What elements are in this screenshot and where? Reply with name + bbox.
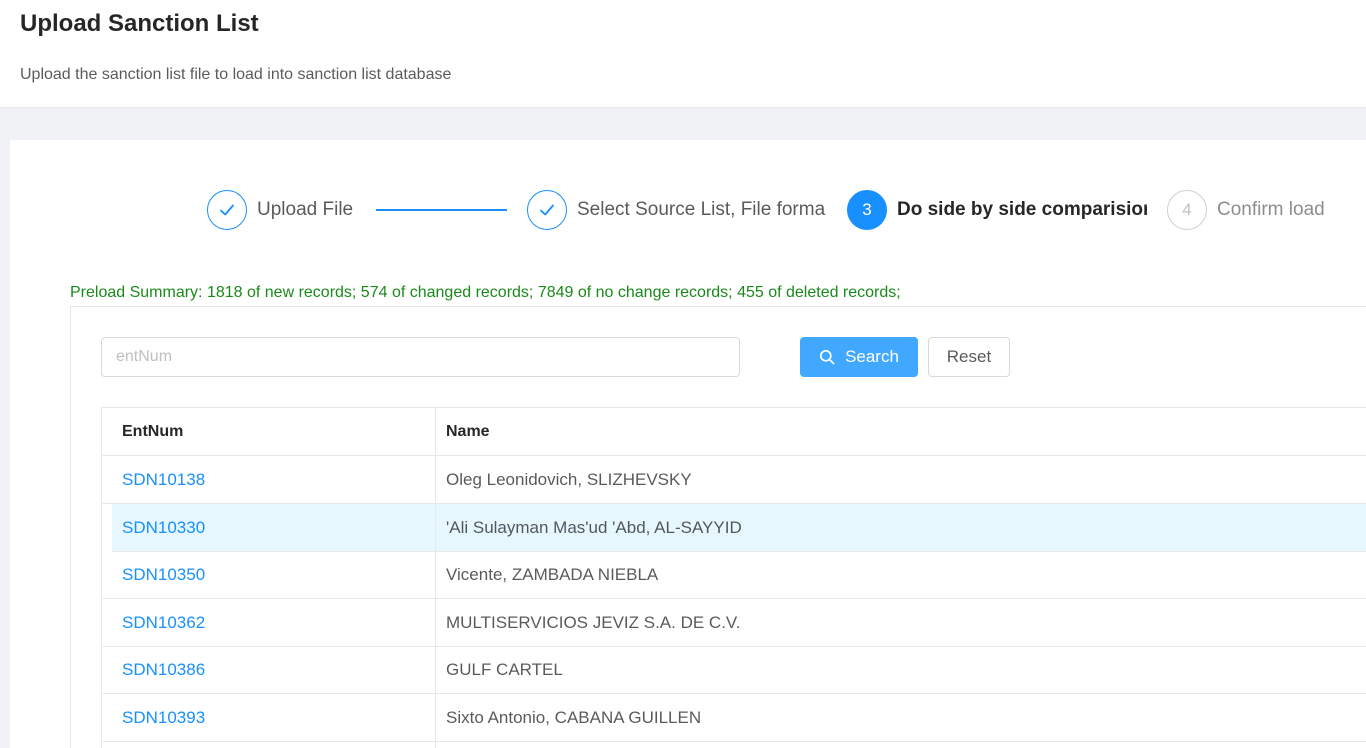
column-header-name[interactable]: Name [436,408,490,456]
step-compare[interactable]: 3 Do side by side comparisior [847,190,1149,230]
column-divider [435,408,436,748]
reset-button[interactable]: Reset [928,337,1010,377]
entnum-link[interactable]: SDN10350 [122,551,205,598]
page-header: Upload Sanction List Upload the sanction… [0,0,1366,108]
table-row[interactable]: SDN10362 MULTISERVICIOS JEVIZ S.A. DE C.… [102,599,1366,647]
entnum-search-input[interactable] [101,337,740,377]
search-button[interactable]: Search [800,337,918,377]
name-cell: Oleg Leonidovich, SLIZHEVSKY [446,470,692,489]
table-row[interactable]: SDN10330 'Ali Sulayman Mas'ud 'Abd, AL-S… [112,504,1366,552]
content-card: Upload File Select Source List, File for… [10,140,1366,748]
check-icon [527,190,567,230]
name-cell: Vicente, ZAMBADA NIEBLA [446,565,659,584]
step-label: Select Source List, File forma [577,199,826,220]
search-button-label: Search [845,347,899,366]
entnum-link[interactable]: SDN10138 [122,456,205,503]
step-number: 3 [847,190,887,230]
search-icon [820,349,835,365]
step-label: Upload File [257,199,354,220]
table-row[interactable]: SDN10138 Oleg Leonidovich, SLIZHEVSKY [102,456,1366,504]
name-cell: Sixto Antonio, CABANA GUILLEN [446,708,702,727]
entnum-link[interactable]: SDN10386 [122,646,205,693]
entnum-link[interactable]: SDN10362 [122,599,205,646]
name-cell: GULF CARTEL [446,660,563,679]
table-header: EntNum Name [102,408,1366,456]
table-row[interactable]: SDN10350 Vicente, ZAMBADA NIEBLA [102,551,1366,599]
step-number: 4 [1167,190,1207,230]
step-label: Confirm load [1217,199,1325,220]
entnum-link[interactable]: SDN10393 [122,694,205,741]
step-label: Do side by side comparisior [897,199,1147,220]
check-icon [207,190,247,230]
page-title: Upload Sanction List [20,10,259,37]
step-select-source[interactable]: Select Source List, File forma [527,190,829,230]
name-cell: MULTISERVICIOS JEVIZ S.A. DE C.V. [446,613,741,632]
step-upload-file[interactable]: Upload File [207,190,367,230]
table-row[interactable]: SDN10393 Sixto Antonio, CABANA GUILLEN [102,694,1366,742]
step-connector [376,209,507,211]
table-row[interactable]: SDN10386 GULF CARTEL [102,646,1366,694]
comparison-panel: Search Reset EntNum Name SDN10138 Oleg L… [70,306,1366,748]
preload-summary: Preload Summary: 1818 of new records; 57… [70,284,901,301]
records-table: EntNum Name SDN10138 Oleg Leonidovich, S… [101,407,1366,748]
step-confirm-load[interactable]: 4 Confirm load [1167,190,1337,230]
entnum-link[interactable]: SDN10330 [122,504,205,551]
column-header-entnum[interactable]: EntNum [112,408,183,456]
page-description: Upload the sanction list file to load in… [20,66,452,83]
name-cell: 'Ali Sulayman Mas'ud 'Abd, AL-SAYYID [446,518,742,537]
